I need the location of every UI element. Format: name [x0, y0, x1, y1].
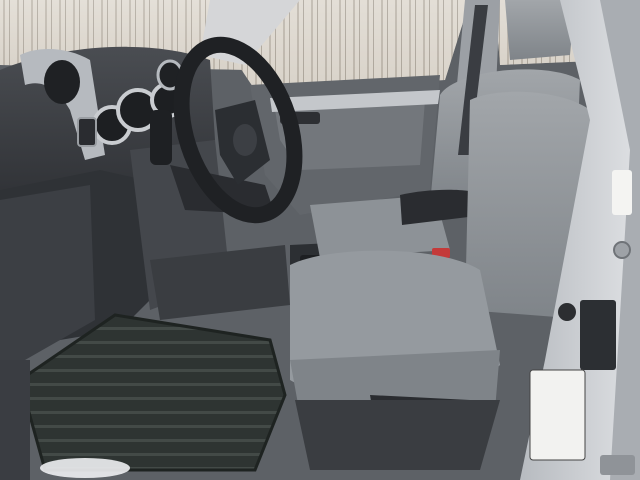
hazard-switch[interactable]: [77, 117, 97, 147]
seat-base: [295, 400, 500, 470]
horn-pad[interactable]: [233, 124, 257, 156]
door-info-sticker: [612, 170, 632, 215]
door-latch-icon[interactable]: [558, 303, 576, 321]
snow-patch: [40, 458, 130, 478]
car-interior-photo: [0, 0, 640, 480]
tire-pressure-sticker: [529, 369, 586, 461]
door-hinge: [600, 455, 635, 475]
ignition-key-icon[interactable]: [150, 110, 172, 165]
air-vent-icon[interactable]: [44, 60, 80, 104]
car-interior-illustration: [0, 0, 640, 480]
kick-panel: [0, 360, 30, 480]
vin-label-sticker: [580, 300, 616, 370]
door-striker-icon: [613, 241, 631, 259]
